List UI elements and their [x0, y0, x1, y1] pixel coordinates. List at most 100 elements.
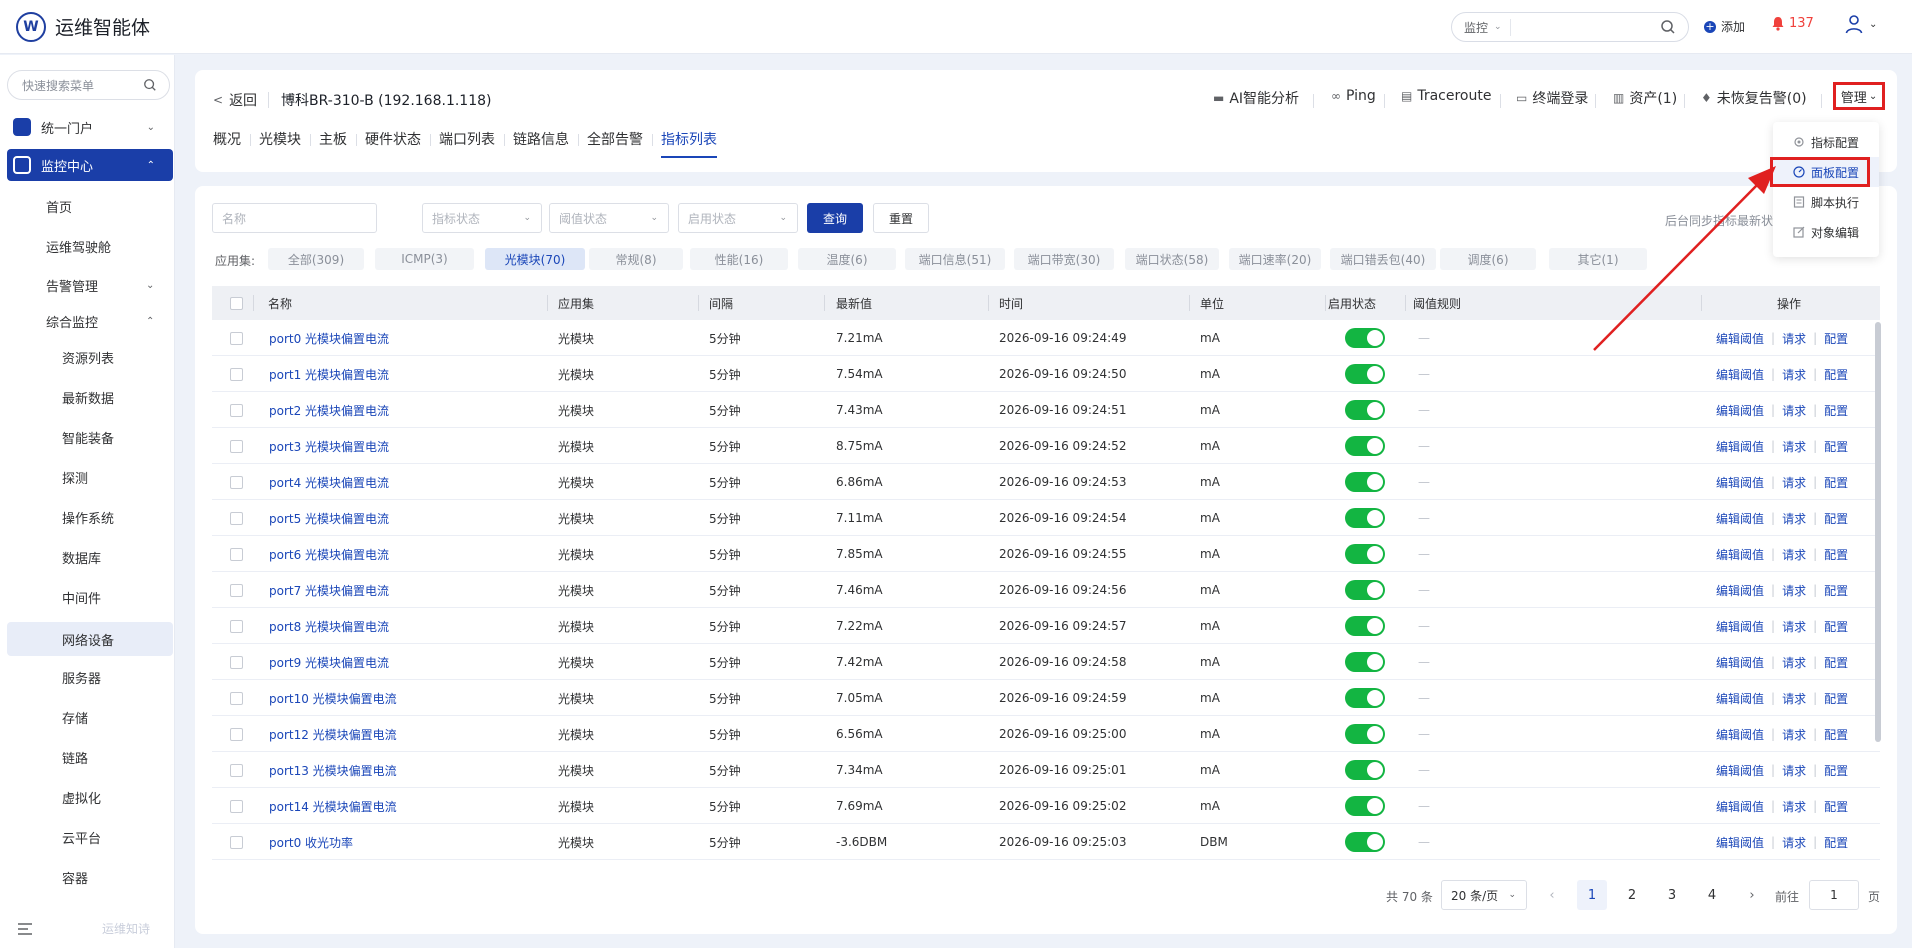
appset-chip-optical-module[interactable]: 光模块(70) [485, 248, 585, 270]
sidebar-item-os[interactable]: 操作系统 [62, 502, 114, 532]
sidebar-item-probe[interactable]: 探测 [62, 462, 88, 492]
config-link[interactable]: 配置 [1824, 654, 1848, 671]
search-scope-select[interactable]: 监控 ⌄ [1464, 18, 1511, 36]
enable-toggle[interactable] [1345, 356, 1385, 392]
enable-status-select[interactable]: 启用状态 ⌄ [678, 203, 798, 233]
page-4-button[interactable]: 4 [1697, 880, 1727, 910]
appset-chip-port-bandwidth[interactable]: 端口带宽(30) [1014, 248, 1114, 270]
appset-chip-port-speed[interactable]: 端口速率(20) [1229, 248, 1321, 270]
appset-chip-other[interactable]: 其它(1) [1549, 248, 1647, 270]
tab-overview[interactable]: 概况 [213, 130, 250, 164]
sidebar-item-server[interactable]: 服务器 [62, 662, 101, 692]
back-button[interactable]: < 返回 [213, 90, 257, 110]
search-icon[interactable] [1660, 19, 1676, 35]
unresolved-alerts-button[interactable]: ♦ 未恢复告警(0) [1701, 88, 1807, 108]
edit-threshold-link[interactable]: 编辑阈值 [1716, 618, 1764, 635]
row-checkbox[interactable] [230, 464, 243, 500]
metric-name-link[interactable]: port14 光模块偏置电流 [269, 788, 397, 824]
sync-status-text[interactable]: 后台同步指标最新状 [1665, 212, 1773, 229]
edit-threshold-link[interactable]: 编辑阈值 [1716, 510, 1764, 527]
enable-toggle[interactable] [1345, 536, 1385, 572]
next-page-button[interactable]: › [1737, 880, 1767, 910]
metric-name-link[interactable]: port1 光模块偏置电流 [269, 356, 389, 392]
row-checkbox[interactable] [230, 356, 243, 392]
row-checkbox[interactable] [230, 500, 243, 536]
enable-toggle[interactable] [1345, 608, 1385, 644]
edit-threshold-link[interactable]: 编辑阈值 [1716, 474, 1764, 491]
enable-toggle[interactable] [1345, 392, 1385, 428]
config-link[interactable]: 配置 [1824, 690, 1848, 707]
page-size-select[interactable]: 20 条/页 ⌄ [1441, 880, 1527, 910]
enable-toggle[interactable] [1345, 500, 1385, 536]
menu-item-metric-config[interactable]: 指标配置 [1773, 127, 1879, 157]
enable-toggle[interactable] [1345, 752, 1385, 788]
row-checkbox[interactable] [230, 320, 243, 356]
request-link[interactable]: 请求 [1782, 654, 1806, 671]
config-link[interactable]: 配置 [1824, 726, 1848, 743]
threshold-status-select[interactable]: 阈值状态 ⌄ [549, 203, 669, 233]
config-link[interactable]: 配置 [1824, 618, 1848, 635]
alert-bell[interactable]: 137 [1771, 16, 1814, 31]
enable-toggle[interactable] [1345, 464, 1385, 500]
row-checkbox[interactable] [230, 608, 243, 644]
sidebar-item-container[interactable]: 容器 [62, 862, 88, 892]
enable-toggle[interactable] [1345, 680, 1385, 716]
appset-chip-icmp[interactable]: ICMP(3) [375, 248, 474, 270]
request-link[interactable]: 请求 [1782, 546, 1806, 563]
sidebar-item-cockpit[interactable]: 运维驾驶舱 [46, 231, 111, 261]
enable-toggle[interactable] [1345, 788, 1385, 824]
edit-threshold-link[interactable]: 编辑阈值 [1716, 402, 1764, 419]
tab-all-alerts[interactable]: 全部告警 [578, 130, 652, 164]
request-link[interactable]: 请求 [1782, 366, 1806, 383]
appset-chip-port-error-loss[interactable]: 端口错丢包(40) [1330, 248, 1436, 270]
sidebar-item-link[interactable]: 链路 [62, 742, 88, 772]
sidebar-item-smart-equipment[interactable]: 智能装备 [62, 422, 114, 452]
config-link[interactable]: 配置 [1824, 510, 1848, 527]
request-link[interactable]: 请求 [1782, 618, 1806, 635]
appset-chip-temperature[interactable]: 温度(6) [798, 248, 896, 270]
sidebar-item-middleware[interactable]: 中间件 [62, 582, 101, 612]
metric-name-link[interactable]: port5 光模块偏置电流 [269, 500, 389, 536]
request-link[interactable]: 请求 [1782, 726, 1806, 743]
appset-chip-port-info[interactable]: 端口信息(51) [905, 248, 1005, 270]
tab-metric-list[interactable]: 指标列表 [652, 130, 726, 164]
metric-name-link[interactable]: port6 光模块偏置电流 [269, 536, 389, 572]
config-link[interactable]: 配置 [1824, 834, 1848, 851]
ping-button[interactable]: ∞ Ping [1331, 88, 1376, 104]
sidebar-group-portal[interactable]: 统一门户 ⌄ [7, 111, 173, 143]
sidebar-item-cloud[interactable]: 云平台 [62, 822, 101, 852]
row-checkbox[interactable] [230, 536, 243, 572]
request-link[interactable]: 请求 [1782, 330, 1806, 347]
row-checkbox[interactable] [230, 428, 243, 464]
manage-dropdown-button[interactable]: 管理 ⌄ [1833, 82, 1885, 110]
config-link[interactable]: 配置 [1824, 438, 1848, 455]
request-link[interactable]: 请求 [1782, 582, 1806, 599]
sidebar-item-virtualization[interactable]: 虚拟化 [62, 782, 101, 812]
goto-page-input[interactable]: 1 [1809, 880, 1859, 910]
global-search[interactable]: 监控 ⌄ [1451, 12, 1689, 42]
reset-button[interactable]: 重置 [873, 203, 929, 233]
metric-name-link[interactable]: port10 光模块偏置电流 [269, 680, 397, 716]
edit-threshold-link[interactable]: 编辑阈值 [1716, 438, 1764, 455]
sidebar-item-home[interactable]: 首页 [46, 191, 72, 221]
appset-chip-all[interactable]: 全部(309) [268, 248, 364, 270]
tab-optical-module[interactable]: 光模块 [250, 130, 310, 164]
sidebar-item-resources[interactable]: 资源列表 [62, 342, 114, 372]
tab-mainboard[interactable]: 主板 [310, 130, 356, 164]
select-all-checkbox[interactable] [230, 286, 243, 320]
page-3-button[interactable]: 3 [1657, 880, 1687, 910]
metric-name-link[interactable]: port8 光模块偏置电流 [269, 608, 389, 644]
edit-threshold-link[interactable]: 编辑阈值 [1716, 582, 1764, 599]
metric-name-link[interactable]: port9 光模块偏置电流 [269, 644, 389, 680]
edit-threshold-link[interactable]: 编辑阈值 [1716, 330, 1764, 347]
metric-name-link[interactable]: port13 光模块偏置电流 [269, 752, 397, 788]
appset-chip-port-status[interactable]: 端口状态(58) [1125, 248, 1219, 270]
sidebar-item-alerts[interactable]: 告警管理 ⌄ [46, 270, 166, 300]
appset-chip-schedule[interactable]: 调度(6) [1440, 248, 1536, 270]
request-link[interactable]: 请求 [1782, 402, 1806, 419]
page-1-button[interactable]: 1 [1577, 880, 1607, 910]
menu-item-script-exec[interactable]: 脚本执行 [1773, 187, 1879, 217]
query-button[interactable]: 查询 [807, 203, 863, 233]
row-checkbox[interactable] [230, 824, 243, 860]
request-link[interactable]: 请求 [1782, 690, 1806, 707]
